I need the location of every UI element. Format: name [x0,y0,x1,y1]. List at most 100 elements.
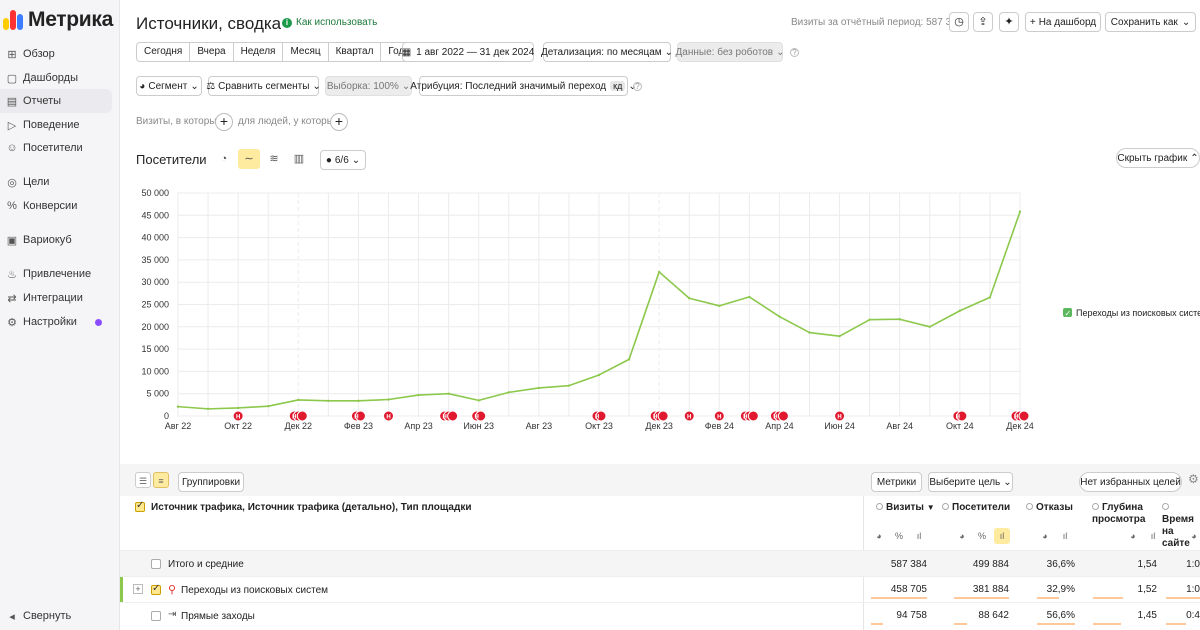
segment-icon: ◕ [139,80,146,92]
period-week[interactable]: Неделя [234,43,284,61]
metrics-button[interactable]: Метрики [871,472,922,492]
attribution-select[interactable]: Атрибуция: Последний значимый переход кд ⌄ [410,76,637,96]
save-as-button[interactable]: Сохранить как ⌄ [1105,12,1196,32]
sidebar-item-visitors[interactable]: ☺ Посетители [0,136,112,160]
col-visits[interactable]: Визиты ▼ [876,502,935,514]
bar-chart-icon[interactable]: ıl [1145,528,1161,544]
dashboard-icon: ▢ [6,72,18,85]
bar-chart-icon[interactable]: ıl [911,528,927,544]
sample-select[interactable]: Выборка: 100% ⌄ [325,76,412,96]
user-icon: ☺ [6,142,18,154]
groupings-button[interactable]: Группировки [178,472,244,492]
data-filter-select[interactable]: Данные: без роботов ⌄ [676,42,784,62]
row-checkbox[interactable] [151,611,161,621]
annotation-marker-label: H [1014,415,1018,421]
x-tick-label: Фев 23 [344,421,373,431]
sidebar-item-conversions[interactable]: % Конверсии [0,194,112,218]
sidebar-item-acquisition[interactable]: ♨ Привлечение [0,262,112,286]
segment-button[interactable]: ◕ Сегмент ⌄ [136,76,202,96]
y-tick-label: 5 000 [146,389,169,399]
sidebar-collapse[interactable]: ◂ Свернуть [0,604,112,628]
pie-chart-icon[interactable]: ◕ [871,528,887,544]
col-bounce[interactable]: Отказы [1026,502,1073,514]
to-dashboard-button[interactable]: + На дашборд [1025,12,1101,32]
stacked-chart-icon[interactable]: ≋ [263,149,285,169]
sidebar-item-integrations[interactable]: ⇄ Интеграции [0,286,112,310]
table-row[interactable]: ⇥ Прямые заходы 94 758 88 642 56,6% 1,45… [120,602,1200,628]
y-tick-label: 25 000 [141,300,169,310]
logo[interactable]: Метрика [3,8,113,32]
period-today[interactable]: Сегодня [137,43,191,61]
col-visitors[interactable]: Посетители [942,502,1010,514]
help-icon[interactable]: ? [633,82,642,91]
choose-goal-button[interactable]: Выберите цель ⌄ [928,472,1013,492]
radio-icon [1162,503,1169,510]
visits-note: Визиты за отчётный период: 587 384 [791,17,963,28]
percent-icon[interactable]: % [974,528,990,544]
hide-chart-button[interactable]: Скрыть график ⌃ [1116,148,1200,168]
pie-chart-icon[interactable]: ◕ [1186,528,1200,544]
pie-chart-icon[interactable]: ◕ [1037,528,1053,544]
table-row[interactable]: + ⚲ Переходы из поисковых систем 458 705… [120,576,1200,603]
row-checkbox[interactable] [151,583,161,595]
assistant-icon[interactable]: ✦ [999,12,1019,32]
no-fav-goals-button[interactable]: Нет избранных целей [1079,472,1182,492]
tree-view-icon[interactable]: ≡ [153,472,169,488]
bar-chart-icon[interactable]: ▥ [288,149,310,169]
col-depth[interactable]: Глубина просмотра [1092,502,1152,526]
expand-icon[interactable]: + [133,584,143,594]
data-point [176,405,180,408]
period-month[interactable]: Месяц [283,43,329,61]
data-point [597,373,601,377]
annotation-marker-label: H [292,415,296,421]
bar-chart-icon[interactable]: ıl [1057,528,1073,544]
scales-icon: ⚖ [206,80,216,92]
row-name[interactable]: Переходы из поисковых систем [181,585,328,596]
help-icon[interactable]: ? [790,48,799,57]
depth-bar [1093,597,1123,599]
sidebar-item-label: Настройки [23,316,77,328]
clock-icon[interactable]: ◷ [949,12,969,32]
detail-select[interactable]: Детализация: по месяцам ⌄ [541,42,673,62]
add-visit-condition-button[interactable]: + [215,113,233,131]
pie-chart-icon[interactable]: ◕ [1125,528,1141,544]
sidebar-item-overview[interactable]: ⊞ Обзор [0,42,112,66]
table-toolbar: ☰ ≡ Группировки Метрики Выберите цель ⌄ Н… [120,464,1200,496]
pie-chart-icon[interactable]: ◔ [213,149,235,169]
date-range-button[interactable]: ▦ 1 авг 2022 — 31 дек 2024 [402,42,534,62]
list-view-icon[interactable]: ☰ [135,472,151,488]
data-point [447,392,450,395]
share-icon[interactable]: ⇪ [973,12,993,32]
x-tick-label: Окт 23 [585,421,613,431]
line-chart-icon[interactable]: ∼ [238,149,260,169]
sidebar-item-variocube[interactable]: ▣ Вариокуб [0,228,112,252]
compare-segments-button[interactable]: ⚖ Сравнить сегменты ⌄ [206,76,321,96]
row-name[interactable]: Прямые заходы [181,611,255,622]
annotation-marker-label: H [386,415,390,421]
sidebar-item-label: Дашборды [23,72,78,84]
y-tick-label: 10 000 [141,366,169,376]
howto-link[interactable]: i Как использовать [282,17,377,28]
notes-button[interactable]: ● 6/6 ⌄ [320,150,366,170]
sidebar-item-reports[interactable]: ▤ Отчеты [0,89,112,113]
sidebar-item-goals[interactable]: ◎ Цели [0,170,112,194]
percent-icon[interactable]: % [891,528,907,544]
period-quarter[interactable]: Квартал [329,43,382,61]
sidebar-item-behavior[interactable]: ▷ Поведение [0,113,112,137]
sidebar-item-settings[interactable]: ⚙ Настройки [0,310,112,334]
chevron-down-icon: ⌄ [1181,16,1191,28]
row-checkbox[interactable] [151,559,161,569]
add-people-condition-button[interactable]: + [330,113,348,131]
sidebar-item-dashboards[interactable]: ▢ Дашборды [0,66,112,90]
annotation-marker [296,410,308,422]
period-yesterday[interactable]: Вчера [190,43,234,61]
annotation-marker-label: H [773,415,777,421]
gear-icon[interactable]: ⚙ [1188,472,1199,486]
data-point [808,331,811,334]
x-tick-label: Апр 24 [765,421,793,431]
select-all-checkbox[interactable] [135,500,145,512]
bar-chart-icon[interactable]: ıl [994,528,1010,544]
pie-chart-icon[interactable]: ◕ [954,528,970,544]
table-row[interactable]: Итого и средние 587 384 499 884 36,6% 1,… [120,550,1200,576]
info-icon: i [282,17,292,28]
